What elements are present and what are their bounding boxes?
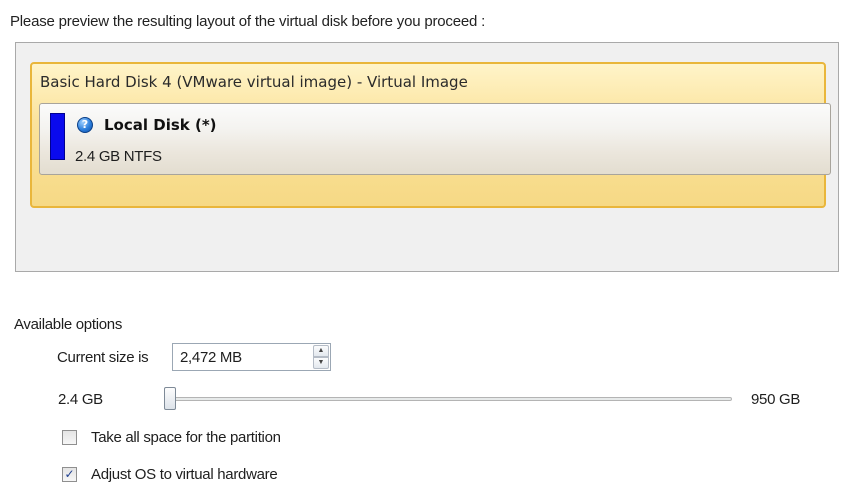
current-size-input[interactable]: [173, 344, 310, 370]
info-icon: ?: [77, 117, 93, 133]
take-all-space-label: Take all space for the partition: [91, 429, 281, 446]
adjust-os-label: Adjust OS to virtual hardware: [91, 466, 278, 483]
disk-card[interactable]: Basic Hard Disk 4 (VMware virtual image)…: [30, 62, 831, 208]
partition-usage-bar: [50, 113, 65, 160]
spin-down-icon[interactable]: ▼: [313, 357, 329, 369]
partition-size: 2.4 GB NTFS: [75, 148, 162, 165]
slider-min-label: 2.4 GB: [58, 391, 103, 408]
current-size-label: Current size is: [57, 349, 149, 366]
available-options-label: Available options: [14, 316, 123, 333]
slider-max-label: 950 GB: [751, 391, 801, 408]
instruction-text: Please preview the resulting layout of t…: [10, 13, 486, 30]
current-size-stepper[interactable]: ▲ ▼: [172, 343, 331, 371]
partition-block[interactable]: ? Local Disk (*) 2.4 GB NTFS: [39, 103, 831, 175]
size-slider-track[interactable]: [165, 397, 732, 401]
adjust-os-checkbox[interactable]: ✓: [62, 467, 77, 482]
size-spinner[interactable]: ▲ ▼: [313, 345, 329, 369]
spin-up-icon[interactable]: ▲: [313, 345, 329, 357]
take-all-space-checkbox[interactable]: [62, 430, 77, 445]
size-slider-thumb[interactable]: [164, 387, 176, 410]
partition-name: Local Disk (*): [104, 116, 217, 134]
disk-title: Basic Hard Disk 4 (VMware virtual image)…: [40, 73, 468, 91]
disk-preview-panel: Basic Hard Disk 4 (VMware virtual image)…: [15, 42, 839, 272]
